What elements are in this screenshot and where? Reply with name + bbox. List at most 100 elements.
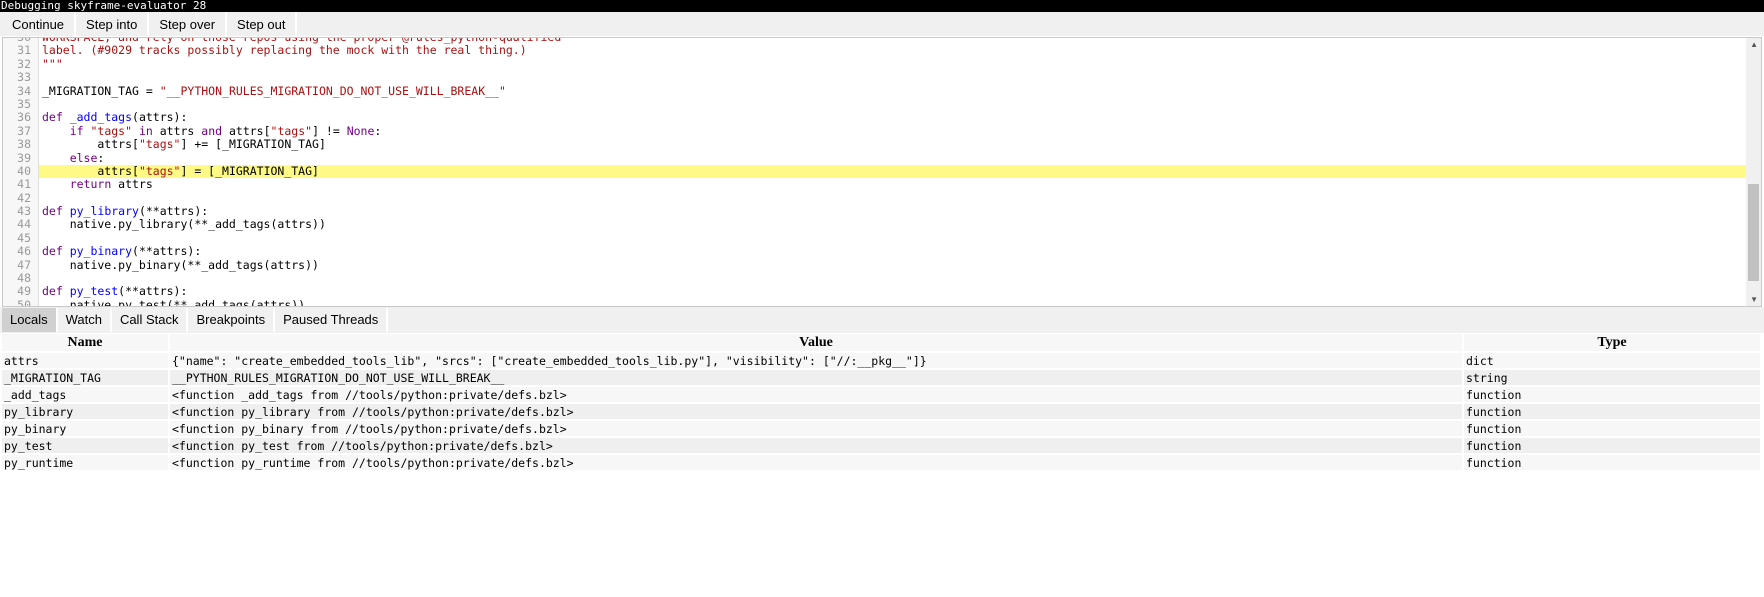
code-line: 35 [3,96,1746,111]
code-line: 47 native.py_binary(**_add_tags(attrs)) [3,257,1746,272]
table-row[interactable]: py_runtime <function py_runtime from //to… [2,455,1760,470]
cell-value: <function py_test from //tools/python:pr… [170,438,1462,453]
scroll-up-icon[interactable]: ▲ [1750,40,1758,49]
code-token: (**attrs): [132,244,202,259]
table-row[interactable]: py_test <function py_test from //tools/py… [2,438,1760,453]
table-row[interactable]: attrs {"name": "create_embedded_tools_lib… [2,353,1760,368]
code-token: ] = [_MIGRATION_TAG] [180,163,319,178]
code-token: and [201,123,223,138]
cell-type: function [1464,421,1760,436]
vertical-scrollbar[interactable]: ▲ ▼ [1746,38,1761,306]
code-token: if [69,123,91,138]
code-line: 45 [3,230,1746,245]
cell-value: <function py_runtime from //tools/python… [170,455,1462,470]
code-token: _MIGRATION_TAG = [42,83,160,98]
line-number: 42 [17,190,31,205]
line-number: 33 [17,70,31,85]
tab-breakpoints[interactable]: Breakpoints [188,308,276,332]
code-token: "tags" [270,123,313,138]
code-line: 39 else: [3,150,1746,165]
line-number: 45 [17,230,31,245]
line-number: 39 [17,150,31,165]
code-line: 33 [3,70,1746,85]
line-code: native.py_test(**_add_tags(attrs)) [39,298,1746,306]
code-token: "__PYTHON_RULES_MIGRATION_DO_NOT_USE_WIL… [159,83,506,98]
cell-name: _add_tags [2,387,168,402]
line-code: def py_library(**attrs): [39,204,1746,219]
line-code: _MIGRATION_TAG = "__PYTHON_RULES_MIGRATI… [39,83,1746,98]
tab-paused-threads[interactable]: Paused Threads [275,308,389,332]
line-number: 34 [17,83,31,98]
line-number: 36 [17,110,31,125]
table-row[interactable]: py_library <function py_library from //to… [2,404,1760,419]
scroll-down-icon[interactable]: ▼ [1750,295,1758,304]
cell-value: __PYTHON_RULES_MIGRATION_DO_NOT_USE_WILL… [170,370,1462,385]
cell-value: <function py_library from //tools/python… [170,404,1462,419]
code-token: ] += [_MIGRATION_TAG] [180,137,326,152]
line-code: attrs["tags"] += [_MIGRATION_TAG] [39,137,1746,152]
scrollbar-thumb[interactable] [1748,184,1759,281]
code-token: ] != [312,123,347,138]
tab-watch[interactable]: Watch [57,308,112,332]
code-editor[interactable]: 30 WORKSPACE, and rely on those repos usi… [2,37,1762,307]
table-row[interactable]: _add_tags <function _add_tags from //tool… [2,387,1760,402]
code-token: native.py_library(**_add_tags(attrs)) [42,217,326,232]
code-token: """ [42,56,63,71]
code-token: in [132,123,160,138]
line-code: label. (#9029 tracks possibly replacing … [39,44,1746,57]
code-line: 49 def py_test(**attrs): [3,284,1746,299]
line-number: 32 [17,56,31,71]
code-line: 36 def _add_tags(attrs): [3,110,1746,125]
code-line: 42 [3,190,1746,205]
line-code: else: [39,151,1746,165]
cell-value: <function py_binary from //tools/python:… [170,421,1462,436]
cell-name: py_binary [2,421,168,436]
code-token: def [42,244,70,259]
line-number: 49 [17,284,31,299]
column-header-type: Type [1464,334,1760,351]
code-line: 44 native.py_library(**_add_tags(attrs)) [3,217,1746,232]
cell-name: py_library [2,404,168,419]
cell-type: function [1464,387,1760,402]
code-line: 50 native.py_test(**_add_tags(attrs)) [3,298,1746,306]
column-header-name: Name [2,334,168,351]
line-number: 43 [17,204,31,219]
window-title: Debugging skyframe-evaluator 28 [0,0,1764,12]
step-over-button[interactable]: Step over [149,12,228,36]
code-line: 34 _MIGRATION_TAG = "__PYTHON_RULES_MIGRA… [3,83,1746,98]
debug-toolbar: Continue Step into Step over Step out [0,12,1764,36]
code-token: attrs [159,123,202,138]
cell-type: function [1464,404,1760,419]
code-token: py_library [69,204,139,219]
table-row[interactable]: _MIGRATION_TAG __PYTHON_RULES_MIGRATION_D… [2,370,1760,385]
line-code: return attrs [39,178,1746,191]
line-number: 35 [17,96,31,111]
code-token: return [69,177,112,192]
table-row[interactable]: py_binary <function py_binary from //tool… [2,421,1760,436]
step-into-button[interactable]: Step into [76,12,150,36]
code-line: 43 def py_library(**attrs): [3,204,1746,219]
line-number: 31 [17,43,31,58]
cell-value: <function _add_tags from //tools/python:… [170,387,1462,402]
cell-type: function [1464,438,1760,453]
tab-locals[interactable]: Locals [2,308,58,332]
code-token: def [42,110,70,125]
code-line: 41 return attrs [3,177,1746,191]
code-token: "tags" [138,163,181,178]
step-out-button[interactable]: Step out [227,12,298,36]
line-number: 47 [17,257,31,272]
line-code: """ [39,56,1746,71]
continue-button[interactable]: Continue [2,12,77,36]
code-token: (**attrs): [138,204,209,219]
code-token: attrs [111,177,153,192]
code-token: def [42,284,70,299]
code-token: (attrs): [132,110,188,125]
code-token: def [42,204,70,219]
code-token: "tags" [90,123,133,138]
tab-call-stack[interactable]: Call Stack [111,308,189,332]
cell-type: string [1464,370,1760,385]
